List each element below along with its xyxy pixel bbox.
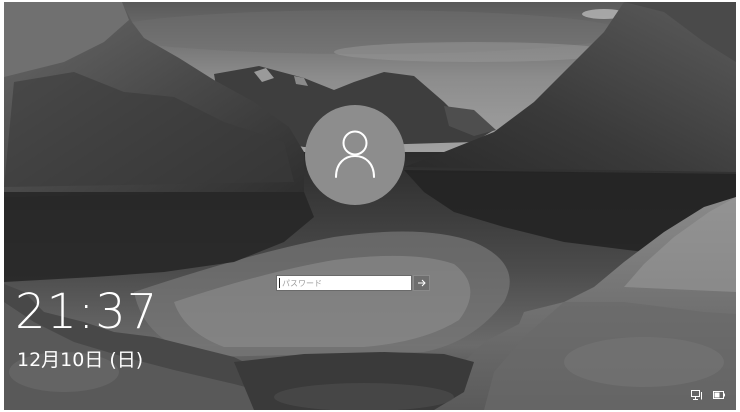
user-avatar — [305, 105, 405, 205]
arrow-right-icon — [418, 279, 426, 287]
text-caret — [279, 278, 280, 288]
network-button[interactable] — [690, 389, 704, 401]
submit-button[interactable] — [413, 275, 430, 291]
power-icon — [713, 391, 725, 399]
network-icon — [691, 390, 702, 400]
password-input[interactable] — [276, 275, 412, 291]
lock-screen-time: 21:37 — [15, 284, 159, 340]
power-button[interactable] — [712, 389, 726, 401]
lock-screen-date: 12月10日 (日) — [17, 349, 144, 371]
lock-screen[interactable]: 21:37 12月10日 (日) — [4, 2, 736, 410]
user-icon — [335, 130, 375, 178]
